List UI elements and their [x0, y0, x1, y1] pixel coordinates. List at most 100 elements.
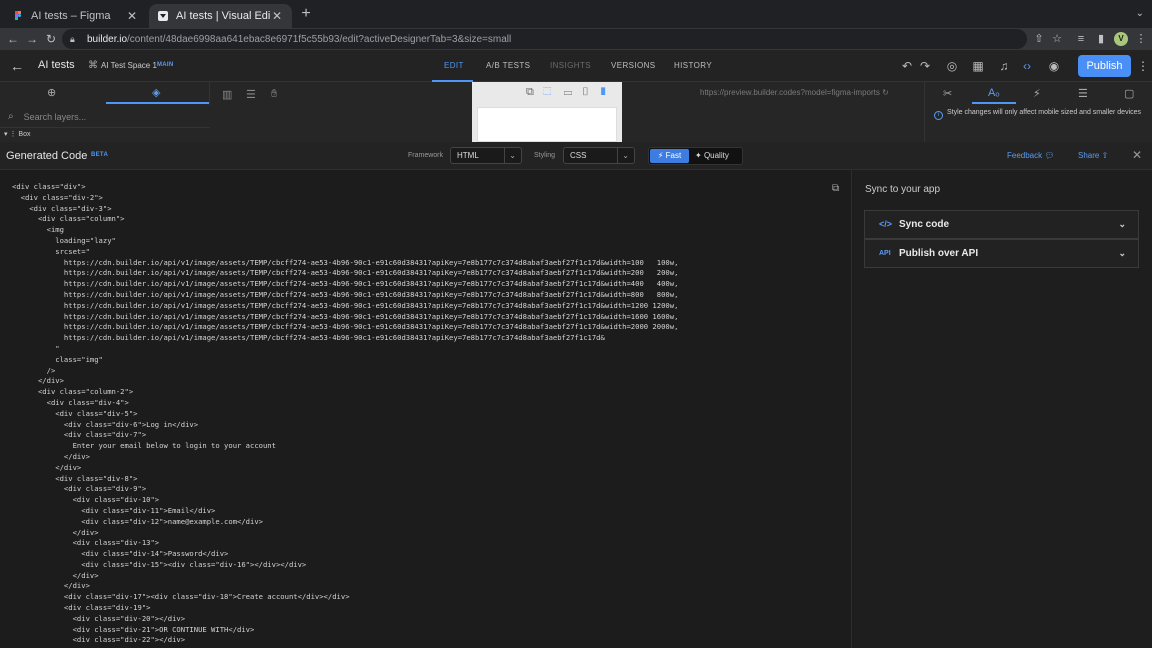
select-icon[interactable]: ⬚ [543, 86, 551, 98]
data-icon[interactable]: ☰ [1078, 87, 1088, 100]
close-icon[interactable]: ✕ [1132, 148, 1142, 162]
space-name[interactable]: AI Test Space 1 [101, 61, 157, 70]
code-icon[interactable]: ‹› [1019, 58, 1035, 74]
sync-title: Sync to your app [865, 184, 941, 195]
fast-button[interactable]: ⚡︎ Fast [650, 149, 689, 163]
interactions-icon[interactable]: ⚡︎ [1033, 87, 1041, 100]
side-panel-icon[interactable]: ▮ [1094, 32, 1108, 46]
share-button[interactable]: Share ⇧ [1078, 151, 1108, 160]
preview-eye-icon[interactable]: ◉ [1046, 58, 1062, 74]
code-line: <div class="div-2"> [12, 192, 103, 202]
chevron-down-icon: ⌄ [1118, 248, 1126, 258]
copy-icon[interactable]: ⧉ [832, 183, 844, 195]
code-line: https://cdn.builder.io/api/v1/image/asse… [12, 311, 679, 321]
publish-api-accordion[interactable]: API Publish over API ⌄ [864, 239, 1139, 268]
desktop-icon[interactable]: ▭ [564, 86, 572, 98]
framework-select[interactable]: HTML ⌄ [450, 147, 522, 164]
lightning-icon: ⚡︎ [657, 151, 664, 160]
tab-versions[interactable]: VERSIONS [611, 61, 656, 70]
code-line: </div> [12, 376, 64, 386]
code-line: <div class="div"> [12, 182, 86, 191]
insert-icon[interactable]: ⊕ [47, 86, 56, 99]
chevron-down-icon: ⌄ [617, 148, 629, 163]
back-icon[interactable]: ← [5, 31, 21, 47]
url-field[interactable]: 🔒︎ builder.io/content/48dae6998aa641ebac… [62, 29, 1027, 49]
tab-insights[interactable]: INSIGHTS [550, 61, 591, 70]
code-line: <div class="div-3"> [12, 203, 112, 213]
style-icon[interactable]: Aₒ [988, 87, 1000, 99]
code-line: https://cdn.builder.io/api/v1/image/asse… [12, 322, 679, 332]
code-line: https://cdn.builder.io/api/v1/image/asse… [12, 279, 679, 289]
more-options-icon[interactable]: ⋮ [1137, 59, 1149, 73]
code-line: https://cdn.builder.io/api/v1/image/asse… [12, 257, 679, 267]
chevron-down-icon: ⌄ [1118, 219, 1126, 229]
hand-icon[interactable]: ✋︎ [271, 88, 277, 101]
right-panel: ✂ Aₒ ⚡︎ ☰ ▢ i Style changes will only af… [924, 82, 1152, 142]
code-line: <div class="div-22"></div> [12, 635, 186, 645]
code-line: <div class="div-7"> [12, 430, 147, 440]
columns-icon[interactable]: ▥ [222, 88, 232, 101]
panel-title: Generated Code [6, 150, 88, 162]
code-line: </div> [12, 570, 99, 580]
tab-edit[interactable]: EDIT [444, 61, 464, 70]
code-line: <div class="div-20"></div> [12, 613, 186, 623]
tab-ab-tests[interactable]: A/B TESTS [486, 61, 530, 70]
code-line: <div class="div-14">Password</div> [12, 549, 229, 559]
layers-icon[interactable]: ◈ [152, 86, 160, 99]
bookmark-star-icon[interactable]: ☆ [1050, 32, 1064, 46]
new-tab-icon[interactable]: + [298, 6, 314, 22]
search-layers-field[interactable]: ⌕ Search layers... [0, 106, 210, 128]
chevron-down-icon[interactable]: ⌄ [1136, 8, 1144, 19]
code-line: srcset=" [12, 246, 90, 256]
active-tab-indicator [106, 102, 209, 104]
browser-tab-builder[interactable]: AI tests | Visual Editor | Builder ✕ [149, 4, 292, 28]
code-line: <div class="div-12">name@example.com</di… [12, 516, 263, 526]
comments-icon[interactable]: ▢ [1124, 87, 1134, 100]
code-icon: </> [879, 219, 893, 229]
layer-row[interactable]: ▾ ⋮ Box [0, 130, 210, 142]
tablet-icon[interactable]: ▯ [581, 86, 589, 98]
project-name[interactable]: AI tests [38, 59, 75, 71]
redo-icon[interactable]: ↷ [917, 58, 933, 74]
code-viewer[interactable]: <div class="div"> <div class="div-2"> <d… [0, 170, 852, 648]
reload-icon[interactable]: ↻ [43, 31, 59, 47]
spacing-icon[interactable]: ☰ [246, 88, 256, 101]
code-line: <div class="div-8"> [12, 473, 138, 483]
targeting-icon[interactable]: ◎ [944, 58, 960, 74]
code-line: https://cdn.builder.io/api/v1/image/asse… [12, 333, 605, 343]
layer-label: Box [18, 131, 31, 138]
mobile-icon[interactable]: ▮ [599, 86, 607, 98]
code-line: <div class="div-13"> [12, 538, 160, 548]
avatar[interactable]: V [1114, 32, 1128, 46]
styling-select[interactable]: CSS ⌄ [563, 147, 635, 164]
schedule-icon[interactable]: ▦ [970, 58, 986, 74]
beta-badge: BETA [91, 152, 109, 158]
browser-tab-strip: AI tests – Figma ✕ AI tests | Visual Edi… [0, 0, 1152, 28]
code-line: <img [12, 225, 64, 235]
framework-label: Framework [408, 152, 444, 159]
copy-icon[interactable]: ⧉ [526, 86, 534, 98]
quality-button[interactable]: ✦ Quality [695, 149, 729, 163]
code-line: https://cdn.builder.io/api/v1/image/asse… [12, 289, 679, 299]
chrome-menu-icon[interactable]: ⋮ [1134, 32, 1148, 46]
code-block: <div class="div"> <div class="div-2"> <d… [12, 182, 678, 646]
reading-list-icon[interactable]: ≡ [1074, 32, 1088, 46]
bell-icon[interactable]: ♫ [996, 58, 1012, 74]
undo-icon[interactable]: ↶ [899, 58, 915, 74]
preview-url[interactable]: https://preview.builder.codes?model=figm… [700, 88, 889, 97]
active-tab-indicator [972, 102, 1016, 104]
tab-history[interactable]: HISTORY [674, 61, 712, 70]
browser-tab-figma[interactable]: AI tests – Figma ✕ [4, 4, 147, 28]
back-arrow-icon[interactable]: ← [10, 58, 24, 74]
code-line: <div class="div-4"> [12, 397, 129, 407]
code-line: <div class="column-2"> [12, 387, 134, 397]
tools-icon[interactable]: ✂ [943, 87, 952, 100]
close-tab-icon[interactable]: ✕ [270, 9, 284, 23]
sync-code-accordion[interactable]: </> Sync code ⌄ [864, 210, 1139, 239]
code-line: <div class="div-10"> [12, 495, 160, 505]
forward-icon[interactable]: → [24, 31, 40, 47]
share-page-icon[interactable]: ⇧ [1032, 32, 1046, 46]
close-tab-icon[interactable]: ✕ [125, 9, 139, 23]
feedback-button[interactable]: Feedback 💬︎ [1007, 151, 1055, 160]
publish-button[interactable]: Publish [1078, 55, 1131, 77]
